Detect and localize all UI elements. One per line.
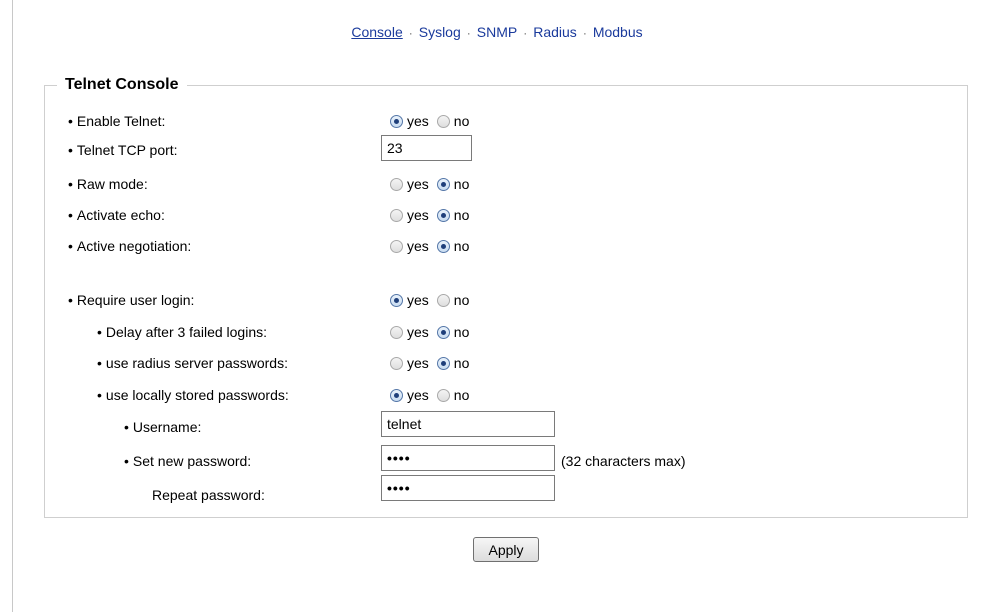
local-passwords-label: • use locally stored passwords:	[97, 387, 289, 403]
active-negotiation-label: • Active negotiation:	[68, 238, 192, 254]
row-raw-mode: • Raw mode: yes no	[0, 173, 994, 195]
radio-circle-icon	[436, 356, 450, 370]
radio-circle-icon	[436, 114, 450, 128]
username-label: • Username:	[124, 419, 202, 435]
row-delay-failed-logins: • Delay after 3 failed logins: yes no	[0, 321, 994, 343]
radio-circle-icon	[390, 325, 403, 339]
require-login-radio-group: yes no	[390, 289, 477, 311]
new-password-label: • Set new password:	[124, 453, 252, 469]
row-activate-echo: • Activate echo: yes no	[0, 204, 994, 226]
username-input[interactable]	[381, 411, 555, 437]
radio-circle-icon	[390, 356, 403, 370]
raw-mode-no-radio[interactable]: no	[436, 176, 469, 192]
raw-mode-yes-radio[interactable]: yes	[390, 176, 429, 192]
radio-circle-icon	[436, 325, 450, 339]
radio-circle-icon	[436, 293, 450, 307]
radio-circle-icon	[390, 208, 403, 222]
radio-circle-icon	[436, 388, 450, 402]
nav-separator: ·	[523, 26, 528, 40]
activate-echo-radio-group: yes no	[390, 204, 477, 226]
require-login-yes-radio[interactable]: yes	[390, 292, 429, 308]
delay-failed-no-radio[interactable]: no	[436, 324, 469, 340]
radius-passwords-yes-radio[interactable]: yes	[390, 355, 429, 371]
new-password-input[interactable]	[381, 445, 555, 471]
nav-separator: ·	[466, 26, 471, 40]
active-negotiation-radio-group: yes no	[390, 235, 477, 257]
section-title: Telnet Console	[65, 76, 179, 93]
nav-console-link[interactable]: Console	[351, 24, 402, 40]
enable-telnet-no-radio[interactable]: no	[436, 113, 469, 129]
enable-telnet-radio-group: yes no	[390, 110, 477, 132]
nav-radius-link[interactable]: Radius	[533, 24, 577, 40]
raw-mode-label: • Raw mode:	[68, 176, 148, 192]
delay-failed-yes-radio[interactable]: yes	[390, 324, 429, 340]
nav-syslog-link[interactable]: Syslog	[419, 24, 461, 40]
activate-echo-yes-radio[interactable]: yes	[390, 207, 429, 223]
apply-button[interactable]: Apply	[473, 537, 539, 562]
active-negotiation-yes-radio[interactable]: yes	[390, 238, 429, 254]
activate-echo-label: • Activate echo:	[68, 207, 165, 223]
delay-failed-label: • Delay after 3 failed logins:	[97, 324, 267, 340]
radio-circle-icon	[390, 114, 403, 128]
radio-circle-icon	[390, 388, 403, 402]
password-length-hint: (32 characters max)	[561, 453, 686, 469]
tcp-port-input[interactable]	[381, 135, 472, 161]
radio-circle-icon	[390, 239, 403, 253]
radio-circle-icon	[436, 239, 450, 253]
require-login-no-radio[interactable]: no	[436, 292, 469, 308]
row-active-negotiation: • Active negotiation: yes no	[0, 235, 994, 257]
row-local-passwords: • use locally stored passwords: yes no	[0, 384, 994, 406]
row-enable-telnet: • Enable Telnet: yes no	[0, 110, 994, 132]
row-tcp-port: • Telnet TCP port:	[0, 139, 994, 161]
nav-snmp-link[interactable]: SNMP	[477, 24, 517, 40]
local-passwords-no-radio[interactable]: no	[436, 387, 469, 403]
repeat-password-label: Repeat password:	[152, 487, 265, 503]
local-passwords-radio-group: yes no	[390, 384, 477, 406]
radio-circle-icon	[436, 208, 450, 222]
radius-passwords-no-radio[interactable]: no	[436, 355, 469, 371]
nav-separator: ·	[582, 26, 587, 40]
row-radius-passwords: • use radius server passwords: yes no	[0, 352, 994, 374]
enable-telnet-yes-radio[interactable]: yes	[390, 113, 429, 129]
enable-telnet-label: • Enable Telnet:	[68, 113, 166, 129]
nav-separator: ·	[408, 26, 413, 40]
activate-echo-no-radio[interactable]: no	[436, 207, 469, 223]
require-login-label: • Require user login:	[68, 292, 195, 308]
top-nav: Console · Syslog · SNMP · Radius · Modbus	[0, 24, 994, 40]
row-require-login: • Require user login: yes no	[0, 289, 994, 311]
active-negotiation-no-radio[interactable]: no	[436, 238, 469, 254]
nav-modbus-link[interactable]: Modbus	[593, 24, 643, 40]
radio-circle-icon	[390, 293, 403, 307]
radius-passwords-radio-group: yes no	[390, 352, 477, 374]
tcp-port-label: • Telnet TCP port:	[68, 142, 178, 158]
radius-passwords-label: • use radius server passwords:	[97, 355, 288, 371]
local-passwords-yes-radio[interactable]: yes	[390, 387, 429, 403]
radio-circle-icon	[390, 177, 403, 191]
delay-failed-radio-group: yes no	[390, 321, 477, 343]
repeat-password-input[interactable]	[381, 475, 555, 501]
radio-circle-icon	[436, 177, 450, 191]
raw-mode-radio-group: yes no	[390, 173, 477, 195]
